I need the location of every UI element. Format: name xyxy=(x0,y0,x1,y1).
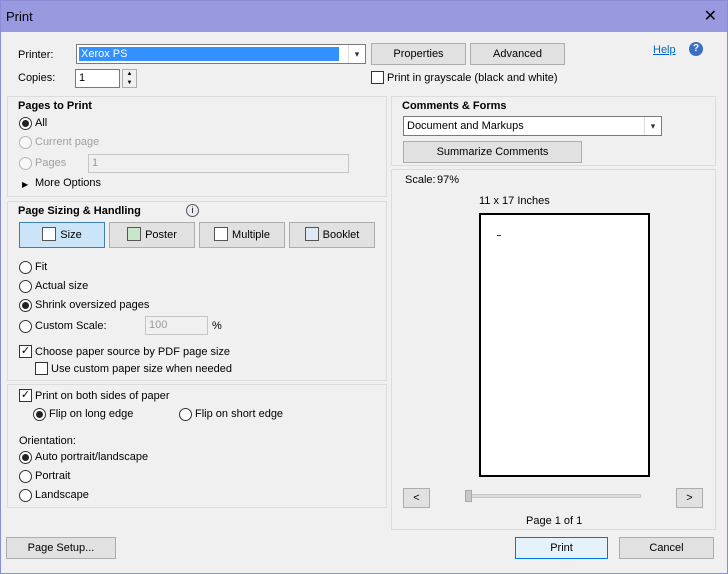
multiple-button-label: Multiple xyxy=(232,229,270,241)
poster-icon xyxy=(127,227,142,242)
print-dialog: Print ✕ Printer: Xerox PS ▾ Properties A… xyxy=(0,0,728,574)
window-title: Print xyxy=(6,9,33,24)
multiple-icon xyxy=(214,227,229,242)
copies-input[interactable]: 1 xyxy=(75,69,120,88)
flip-short-edge-label: Flip on short edge xyxy=(195,408,284,420)
chevron-down-icon: ▾ xyxy=(348,45,365,63)
info-icon[interactable]: i xyxy=(186,204,199,217)
poster-button-label: Poster xyxy=(145,229,177,241)
landscape-label: Landscape xyxy=(35,489,89,501)
previous-page-button[interactable]: < xyxy=(403,488,430,508)
more-options-toggle[interactable]: More Options xyxy=(35,177,101,189)
custom-scale-input[interactable]: 100 xyxy=(145,316,208,335)
spin-down-icon[interactable]: ▼ xyxy=(123,79,136,87)
duplex-orientation-panel: ✓ Print on both sides of paper Flip on l… xyxy=(7,384,387,508)
printer-label: Printer: xyxy=(18,49,54,61)
page-sizing-panel: Page Sizing & Handling i Size Poster Mul… xyxy=(7,201,387,381)
properties-button[interactable]: Properties xyxy=(371,43,466,65)
flip-short-edge-radio[interactable] xyxy=(179,408,192,421)
choose-paper-source-checkbox[interactable]: ✓ xyxy=(19,345,32,358)
actual-size-label: Actual size xyxy=(35,280,89,292)
page-setup-button[interactable]: Page Setup... xyxy=(6,537,116,559)
pages-to-print-heading: Pages to Print xyxy=(18,100,92,112)
chevron-down-icon: ▾ xyxy=(644,117,661,135)
current-page-label: Current page xyxy=(35,136,100,148)
close-icon[interactable]: ✕ xyxy=(704,6,717,26)
copies-value: 1 xyxy=(79,72,86,84)
fit-radio[interactable] xyxy=(19,261,32,274)
portrait-label: Portrait xyxy=(35,470,71,482)
title-bar: Print ✕ xyxy=(1,1,727,32)
grayscale-checkbox[interactable] xyxy=(371,71,384,84)
pages-range-input[interactable]: 1 xyxy=(88,154,349,173)
expand-triangle-icon[interactable]: ▶ xyxy=(22,180,28,189)
copies-label: Copies: xyxy=(18,72,56,84)
orientation-label: Orientation: xyxy=(19,435,76,447)
print-button[interactable]: Print xyxy=(515,537,608,559)
printer-select[interactable]: Xerox PS ▾ xyxy=(76,44,366,64)
size-button[interactable]: Size xyxy=(19,222,105,248)
advanced-button[interactable]: Advanced xyxy=(470,43,565,65)
shrink-oversized-radio[interactable] xyxy=(19,299,32,312)
auto-orientation-label: Auto portrait/landscape xyxy=(35,451,149,463)
flip-long-edge-label: Flip on long edge xyxy=(49,408,134,420)
custom-scale-radio[interactable] xyxy=(19,320,32,333)
portrait-radio[interactable] xyxy=(19,470,32,483)
preview-panel: Scale: 97% 11 x 17 Inches < > Page 1 of … xyxy=(391,169,716,530)
poster-button[interactable]: Poster xyxy=(109,222,195,248)
cancel-button[interactable]: Cancel xyxy=(619,537,714,559)
help-link[interactable]: Help xyxy=(653,44,676,56)
help-icon[interactable]: ? xyxy=(689,42,703,56)
both-sides-label: Print on both sides of paper xyxy=(35,390,170,402)
page-indicator: Page 1 of 1 xyxy=(526,515,583,527)
page-slider-thumb[interactable] xyxy=(465,490,472,502)
all-radio[interactable] xyxy=(19,117,32,130)
custom-paper-size-checkbox[interactable] xyxy=(35,362,48,375)
printer-value: Xerox PS xyxy=(79,47,339,61)
all-label: All xyxy=(35,117,48,129)
page-sizing-heading: Page Sizing & Handling xyxy=(18,205,141,217)
custom-scale-value: 100 xyxy=(149,319,168,331)
comments-forms-select[interactable]: Document and Markups ▾ xyxy=(403,116,662,136)
booklet-button-label: Booklet xyxy=(322,229,360,241)
summarize-comments-button[interactable]: Summarize Comments xyxy=(403,141,582,163)
size-button-label: Size xyxy=(60,229,82,241)
multiple-button[interactable]: Multiple xyxy=(199,222,285,248)
auto-orientation-radio[interactable] xyxy=(19,451,32,464)
landscape-radio[interactable] xyxy=(19,489,32,502)
preview-content-mark xyxy=(497,235,501,236)
both-sides-checkbox[interactable]: ✓ xyxy=(19,389,32,402)
custom-scale-label: Custom Scale: xyxy=(35,320,107,332)
pages-range-value: 1 xyxy=(92,157,99,169)
booklet-icon xyxy=(304,227,319,242)
pages-label: Pages xyxy=(35,157,67,169)
comments-forms-value: Document and Markups xyxy=(407,120,524,132)
spin-up-icon[interactable]: ▲ xyxy=(123,70,136,78)
page-preview xyxy=(479,213,650,477)
copies-stepper[interactable]: ▲ ▼ xyxy=(122,69,137,88)
flip-long-edge-radio[interactable] xyxy=(33,408,46,421)
next-page-button[interactable]: > xyxy=(676,488,703,508)
paper-size-label: 11 x 17 Inches xyxy=(479,195,550,207)
scale-value: 97% xyxy=(437,174,460,186)
comments-forms-heading: Comments & Forms xyxy=(402,100,507,112)
choose-paper-source-label: Choose paper source by PDF page size xyxy=(35,346,231,358)
percent-label: % xyxy=(212,320,222,332)
size-icon xyxy=(42,227,57,242)
shrink-oversized-label: Shrink oversized pages xyxy=(35,299,150,311)
booklet-button[interactable]: Booklet xyxy=(289,222,375,248)
comments-forms-panel: Comments & Forms Document and Markups ▾ … xyxy=(391,96,716,166)
pages-to-print-panel: Pages to Print All Current page Pages 1 … xyxy=(7,96,387,197)
grayscale-label: Print in grayscale (black and white) xyxy=(387,72,558,84)
fit-label: Fit xyxy=(35,261,48,273)
custom-paper-size-label: Use custom paper size when needed xyxy=(51,363,232,375)
actual-size-radio[interactable] xyxy=(19,280,32,293)
current-page-radio[interactable] xyxy=(19,136,32,149)
scale-label: Scale: xyxy=(405,174,436,186)
page-slider-track[interactable] xyxy=(465,494,641,498)
pages-radio[interactable] xyxy=(19,157,32,170)
